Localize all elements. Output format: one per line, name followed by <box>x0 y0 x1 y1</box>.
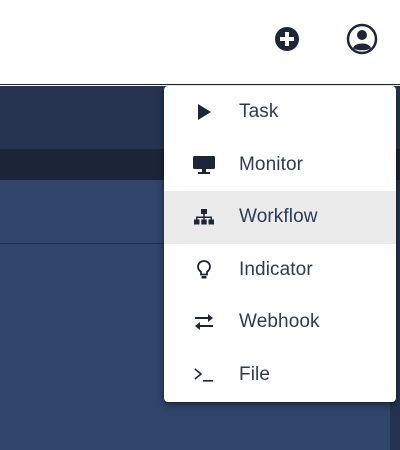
menu-item-file[interactable]: File <box>164 349 396 402</box>
menu-item-label: Task <box>239 101 279 123</box>
terminal-prompt-icon <box>192 363 216 387</box>
menu-item-task[interactable]: Task <box>164 86 396 139</box>
menu-item-label: File <box>239 363 271 385</box>
menu-item-label: Workflow <box>239 206 318 228</box>
menu-item-workflow[interactable]: Workflow <box>164 191 396 244</box>
menu-item-label: Monitor <box>239 153 304 175</box>
top-bar <box>0 0 400 85</box>
lightbulb-icon <box>192 258 216 282</box>
play-icon <box>192 100 216 124</box>
menu-item-label: Indicator <box>239 258 313 280</box>
menu-item-label: Webhook <box>239 311 320 333</box>
account-circle-icon[interactable] <box>345 22 379 56</box>
swap-arrows-icon <box>192 310 216 334</box>
menu-item-monitor[interactable]: Monitor <box>164 139 396 192</box>
monitor-icon <box>192 153 216 177</box>
menu-item-webhook[interactable]: Webhook <box>164 296 396 349</box>
plus-circle-icon[interactable] <box>272 24 302 54</box>
menu-item-indicator[interactable]: Indicator <box>164 244 396 297</box>
add-menu: Task Monitor Workflow Indicator Webhook … <box>164 86 396 402</box>
sitemap-icon <box>192 205 216 229</box>
